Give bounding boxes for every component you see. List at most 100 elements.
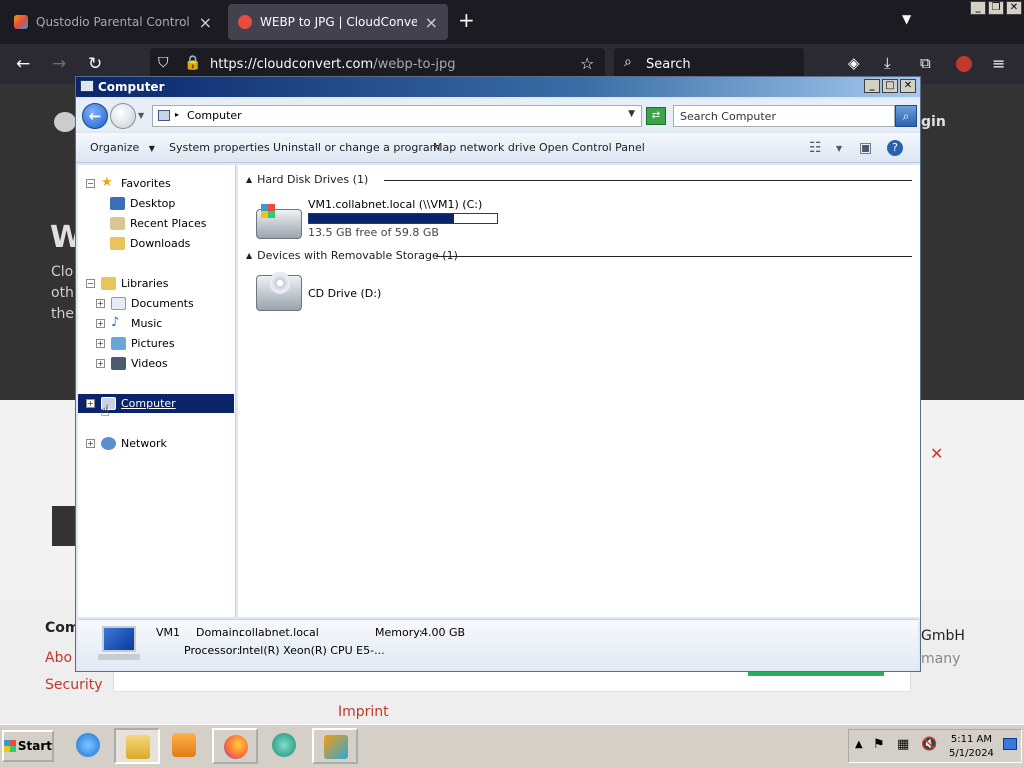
minimize-button[interactable]: _	[864, 79, 880, 93]
chevron-down-icon[interactable]: ▼	[628, 109, 635, 119]
extensions-icon[interactable]: ⧉	[920, 54, 931, 72]
forward-arrow-icon[interactable]	[110, 103, 136, 129]
tree-item-pictures[interactable]: + Pictures	[96, 334, 175, 352]
hand-cursor-icon: ☝	[100, 401, 110, 420]
close-button[interactable]: ✕	[1006, 1, 1022, 15]
taskbar-media-player[interactable]	[162, 728, 208, 764]
chevron-down-icon[interactable]: ▼	[836, 144, 842, 153]
view-options-icon[interactable]: ☷	[809, 140, 822, 156]
organize-button[interactable]: Organize ▼	[90, 141, 155, 154]
explorer-window: Computer _ □ ✕ ← ▼ ▸ Computer ▼ ⇄ Search…	[75, 76, 921, 672]
start-label: Start	[17, 739, 52, 753]
login-link[interactable]: gin	[921, 114, 946, 130]
explorer-window-controls: _ □ ✕	[864, 79, 916, 93]
group-header-hard-disks[interactable]: ▲ Hard Disk Drives (1)	[246, 173, 368, 186]
navigation-pane: − ★ Favorites Desktop Recent Places Down…	[78, 165, 236, 617]
refresh-icon[interactable]: ⇄	[646, 107, 666, 125]
expand-icon[interactable]: +	[86, 438, 95, 448]
tab-qustodio[interactable]: Qustodio Parental Control App - A ×	[4, 4, 222, 40]
close-icon[interactable]: ×	[199, 13, 212, 32]
taskbar-internet-explorer[interactable]	[66, 728, 112, 764]
clock[interactable]: 5:11 AM 5/1/2024	[949, 733, 994, 761]
tree-item-libraries[interactable]: − Libraries	[86, 274, 169, 292]
back-arrow-icon[interactable]: ←	[82, 103, 108, 129]
taskbar-chat-app[interactable]	[262, 728, 308, 764]
maximize-button[interactable]: □	[882, 79, 898, 93]
desktop-icon	[110, 196, 125, 210]
taskbar-app[interactable]	[312, 728, 358, 764]
tree-label: Downloads	[130, 236, 191, 250]
preview-pane-icon[interactable]: ▣	[859, 140, 872, 156]
volume-muted-icon[interactable]: 🔇	[921, 737, 937, 752]
pocket-icon[interactable]: ◈	[848, 54, 860, 72]
search-input[interactable]: Search Computer	[673, 105, 895, 127]
tree-label: Videos	[131, 356, 168, 370]
download-icon[interactable]: ⤓	[884, 54, 891, 72]
history-dropdown-icon[interactable]: ▼	[138, 111, 144, 120]
forward-arrow-icon[interactable]: →	[52, 54, 66, 74]
lock-icon[interactable]: 🔒	[184, 55, 201, 71]
restore-button[interactable]: ❐	[988, 1, 1004, 15]
taskbar-explorer[interactable]	[114, 728, 160, 764]
star-icon[interactable]: ☆	[580, 54, 594, 73]
close-button[interactable]: ✕	[900, 79, 916, 93]
collapse-icon[interactable]: −	[86, 178, 95, 188]
explorer-title-bar[interactable]: Computer _ □ ✕	[76, 77, 920, 97]
reload-icon[interactable]: ↻	[88, 54, 102, 74]
menu-icon[interactable]: ≡	[992, 54, 1005, 73]
tree-item-favorites[interactable]: − ★ Favorites	[86, 174, 171, 192]
tree-item-network[interactable]: + Network	[86, 434, 167, 452]
expand-icon[interactable]: +	[86, 398, 95, 408]
new-tab-icon[interactable]: +	[458, 8, 475, 32]
cloudconvert-favicon-icon	[238, 15, 252, 29]
map-network-drive-button[interactable]: Map network drive	[433, 141, 536, 154]
back-arrow-icon[interactable]: ←	[16, 54, 30, 74]
start-button[interactable]: Start	[2, 730, 54, 762]
tree-item-desktop[interactable]: Desktop	[110, 194, 175, 212]
window-title: Computer	[98, 80, 165, 94]
search-icon[interactable]: ⌕	[895, 105, 917, 127]
pictures-icon	[111, 336, 126, 350]
expand-icon[interactable]: +	[96, 338, 105, 348]
open-control-panel-button[interactable]: Open Control Panel	[539, 141, 645, 154]
tree-label: Favorites	[121, 176, 171, 190]
shield-icon[interactable]: ⛉	[158, 55, 169, 71]
address-bar[interactable]: ▸ Computer ▼	[152, 105, 642, 127]
uninstall-program-button[interactable]: Uninstall or change a program	[273, 141, 440, 154]
system-properties-button[interactable]: System properties	[169, 141, 270, 154]
tree-item-documents[interactable]: + Documents	[96, 294, 194, 312]
footer-link-about[interactable]: Abo	[45, 650, 72, 666]
hero-text-line: the	[51, 306, 74, 322]
help-icon[interactable]: ?	[887, 140, 903, 156]
tree-item-recent-places[interactable]: Recent Places	[110, 214, 207, 232]
tab-cloudconvert[interactable]: WEBP to JPG | CloudConvert ×	[228, 4, 448, 40]
expand-icon[interactable]: +	[96, 358, 105, 368]
minimize-button[interactable]: _	[970, 1, 986, 15]
breadcrumb-chevron-icon[interactable]: ▸	[175, 110, 179, 119]
media-player-icon	[172, 733, 196, 757]
ublock-icon[interactable]	[956, 56, 972, 72]
expand-icon[interactable]: +	[96, 298, 105, 308]
tree-item-music[interactable]: + ♪ Music	[96, 314, 162, 332]
close-icon[interactable]: ✕	[930, 444, 943, 463]
group-header-removable[interactable]: ▲ Devices with Removable Storage (1)	[246, 249, 458, 262]
music-icon: ♪	[111, 314, 120, 330]
close-icon[interactable]: ×	[425, 13, 438, 32]
select-file-button[interactable]	[52, 506, 76, 546]
chevron-down-icon[interactable]: ▼	[902, 12, 911, 26]
footer-link-imprint[interactable]: Imprint	[338, 704, 389, 720]
tree-item-downloads[interactable]: Downloads	[110, 234, 190, 252]
group-divider	[436, 256, 912, 257]
show-hidden-icons-icon[interactable]: ▲	[855, 739, 863, 750]
footer-link-security[interactable]: Security	[45, 677, 103, 693]
show-desktop-icon[interactable]	[1003, 738, 1017, 750]
star-icon: ★	[101, 174, 113, 190]
taskbar-firefox[interactable]	[212, 728, 258, 764]
tree-label: Computer	[121, 396, 176, 410]
collapse-icon[interactable]: −	[86, 278, 95, 288]
search-icon: ⌕	[624, 54, 632, 70]
action-center-flag-icon[interactable]: ⚑	[873, 737, 885, 752]
expand-icon[interactable]: +	[96, 318, 105, 328]
tree-item-videos[interactable]: + Videos	[96, 354, 168, 372]
network-tray-icon[interactable]: ▦	[897, 737, 909, 752]
